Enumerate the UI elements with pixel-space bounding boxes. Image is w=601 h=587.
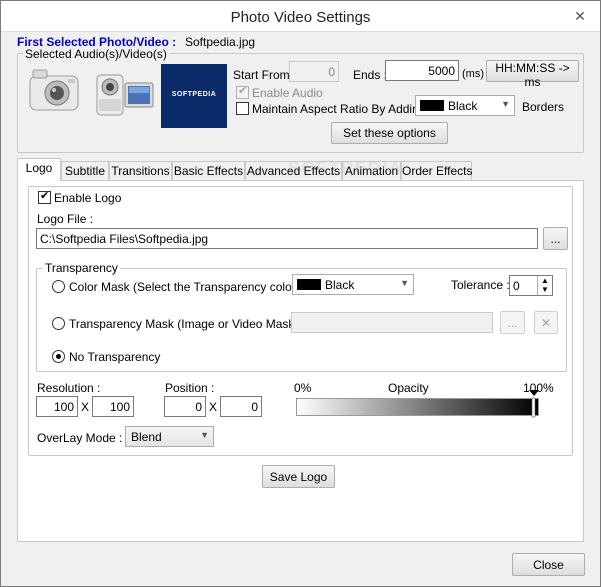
overlay-mode-select[interactable]: Blend ▼ [125,426,214,447]
opacity-slider-thumb[interactable] [529,390,539,418]
tab-order-effects[interactable]: Order Effects [401,161,472,181]
transparency-mask-label: Transparency Mask (Image or Video Mask) … [69,317,306,331]
no-transparency-label: No Transparency [69,350,161,364]
tolerance-label: Tolerance : [451,278,510,292]
mask-clear-button[interactable]: ✕ [534,311,558,334]
transparency-mask-input[interactable] [291,312,493,333]
color-mask-label: Color Mask (Select the Transparency colo… [69,280,307,294]
selected-thumbnail: SOFTPEDIA [161,64,227,128]
position-y-input[interactable] [220,396,262,417]
position-label: Position : [165,381,215,395]
enable-logo-checkbox[interactable] [38,189,51,204]
chevron-down-icon: ▼ [400,278,409,288]
video-camera-icon [93,65,157,123]
chevron-down-icon: ▼ [501,99,510,109]
color-mask-select[interactable]: Black ▼ [292,274,414,295]
tab-logo[interactable]: Logo [17,158,61,181]
resolution-height-input[interactable] [92,396,134,417]
maintain-aspect-label: Maintain Aspect Ratio By Adding [252,102,426,116]
resolution-times: X [81,400,90,414]
opacity-label: Opacity [388,381,429,395]
photo-video-settings-window: Photo Video Settings ✕ First Selected Ph… [0,0,601,587]
thumbnail-text: SOFTPEDIA [171,91,217,98]
opacity-slider-track[interactable] [296,398,539,416]
tolerance-spinner[interactable]: ▲ ▼ [537,276,552,295]
selected-av-label: Selected Audio(s)/Video(s) [23,47,169,61]
maintain-aspect-checkbox[interactable] [236,102,249,115]
logo-file-input[interactable] [36,228,538,249]
close-icon[interactable]: ✕ [571,8,589,26]
color-mask-value: Black [325,278,355,292]
mask-browse-button[interactable]: ... [500,311,525,334]
close-button[interactable]: Close [512,553,585,576]
window-title: Photo Video Settings [230,9,371,26]
save-logo-button[interactable]: Save Logo [262,465,335,488]
chevron-down-icon: ▼ [200,430,209,440]
position-times: X [209,400,218,414]
time-convert-button[interactable]: HH:MM:SS -> ms [486,60,579,89]
border-color-value: Black [448,99,478,113]
logo-file-browse-button[interactable]: ... [543,227,568,250]
border-color-select[interactable]: Black ▼ [415,95,515,116]
color-mask-radio[interactable] [52,280,65,293]
set-options-button[interactable]: Set these options [331,122,448,144]
tab-subtitle[interactable]: Subtitle [61,161,109,181]
first-selected-value: Softpedia.jpg [185,35,256,49]
color-mask-swatch [297,279,321,290]
ends-input[interactable] [385,60,459,81]
ms-label: (ms) [462,68,484,80]
transparency-mask-radio[interactable] [52,317,65,330]
start-from-input[interactable] [289,61,339,82]
enable-logo-label: Enable Logo [54,191,122,205]
position-x-input[interactable] [164,396,206,417]
resolution-width-input[interactable] [36,396,78,417]
opacity-min-label: 0% [294,381,312,395]
resolution-label: Resolution : [37,381,101,395]
tab-transitions[interactable]: Transitions [109,161,172,181]
start-from-label: Start From : [233,68,297,82]
enable-audio-label: Enable Audio [252,86,323,100]
overlay-mode-value: Blend [131,430,162,444]
enable-audio-checkbox[interactable] [236,84,249,99]
borders-label: Borders [522,100,565,114]
softpedia-watermark: SOFTPEDIA [288,158,404,177]
ends-label: Ends : [353,68,388,82]
no-transparency-radio[interactable] [52,350,65,363]
overlay-mode-label: OverLay Mode : [37,431,123,445]
photo-camera-icon [27,64,81,116]
title-bar: Photo Video Settings ✕ [1,1,600,32]
transparency-title: Transparency [43,261,120,275]
logo-file-label: Logo File : [37,212,94,226]
tab-basic-effects[interactable]: Basic Effects [172,161,245,181]
border-color-swatch [420,100,444,111]
